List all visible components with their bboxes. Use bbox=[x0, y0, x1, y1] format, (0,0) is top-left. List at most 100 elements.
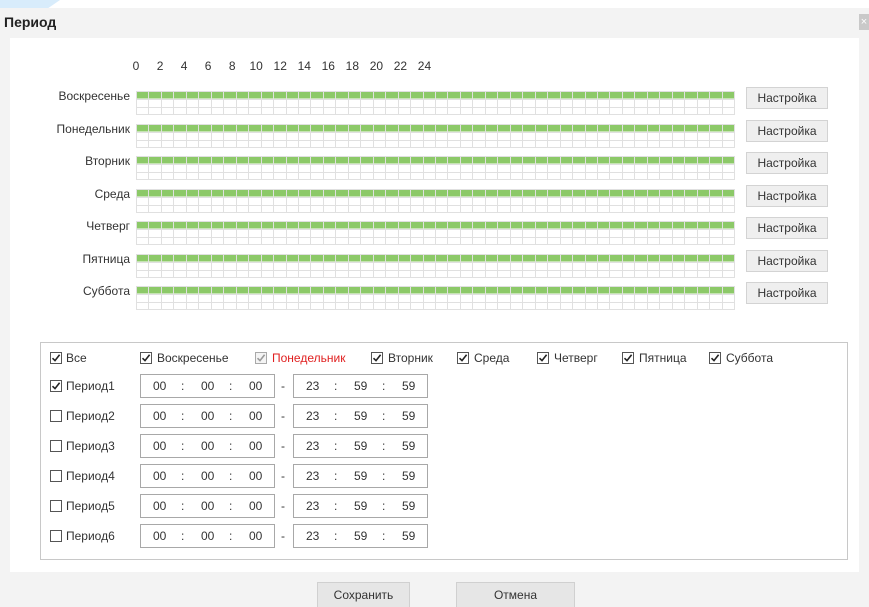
day-checkbox[interactable] bbox=[371, 352, 383, 364]
day-checkbox[interactable] bbox=[622, 352, 634, 364]
dialog-title: Период bbox=[4, 14, 57, 30]
time-separator: : bbox=[181, 409, 185, 423]
hours-field[interactable]: 00 bbox=[153, 439, 166, 453]
period-start-time-input[interactable]: 00 00 00:: bbox=[140, 464, 275, 488]
cancel-button[interactable]: Отмена bbox=[456, 582, 575, 607]
all-days-checkbox[interactable] bbox=[50, 352, 62, 364]
dialog-footer: Сохранить Отмена bbox=[0, 572, 869, 607]
seconds-field[interactable]: 00 bbox=[249, 529, 262, 543]
day-checkbox[interactable] bbox=[255, 352, 267, 364]
range-separator: - bbox=[281, 379, 285, 393]
period-checkbox[interactable] bbox=[50, 380, 62, 392]
hours-field[interactable]: 23 bbox=[306, 529, 319, 543]
period-end-time-input[interactable]: 23 59 59:: bbox=[293, 524, 428, 548]
schedule-grid-row[interactable] bbox=[136, 91, 735, 115]
seconds-field[interactable]: 59 bbox=[402, 499, 415, 513]
schedule-grid-row[interactable] bbox=[136, 286, 735, 310]
day-checkbox[interactable] bbox=[537, 352, 549, 364]
hours-field[interactable]: 00 bbox=[153, 499, 166, 513]
time-separator: : bbox=[334, 529, 338, 543]
period-start-time-input[interactable]: 00 00 00:: bbox=[140, 434, 275, 458]
schedule-grid-row[interactable] bbox=[136, 156, 735, 180]
hours-field[interactable]: 23 bbox=[306, 379, 319, 393]
day-checkbox[interactable] bbox=[709, 352, 721, 364]
minutes-field[interactable]: 00 bbox=[201, 379, 214, 393]
period-start-time-input[interactable]: 00 00 00:: bbox=[140, 374, 275, 398]
schedule-setup-button[interactable]: Настройка bbox=[746, 152, 828, 174]
range-separator: - bbox=[281, 469, 285, 483]
period-checkbox[interactable] bbox=[50, 470, 62, 482]
seconds-field[interactable]: 00 bbox=[249, 409, 262, 423]
hours-field[interactable]: 23 bbox=[306, 499, 319, 513]
hours-field[interactable]: 00 bbox=[153, 469, 166, 483]
close-icon[interactable]: × bbox=[859, 14, 869, 30]
period-checkbox[interactable] bbox=[50, 410, 62, 422]
minutes-field[interactable]: 00 bbox=[201, 409, 214, 423]
schedule-setup-button[interactable]: Настройка bbox=[746, 119, 828, 142]
minutes-field[interactable]: 59 bbox=[354, 499, 367, 513]
hours-field[interactable]: 23 bbox=[306, 439, 319, 453]
period-end-time-input[interactable]: 23 59 59:: bbox=[293, 464, 428, 488]
seconds-field[interactable]: 59 bbox=[402, 379, 415, 393]
schedule-grid-row[interactable] bbox=[136, 253, 735, 278]
seconds-field[interactable]: 59 bbox=[402, 469, 415, 483]
period-checkbox[interactable] bbox=[50, 440, 62, 452]
period-checkbox[interactable] bbox=[50, 500, 62, 512]
time-separator: : bbox=[334, 499, 338, 513]
minutes-field[interactable]: 00 bbox=[201, 469, 214, 483]
save-button[interactable]: Сохранить bbox=[317, 582, 410, 607]
seconds-field[interactable]: 59 bbox=[402, 529, 415, 543]
time-separator: : bbox=[229, 439, 233, 453]
schedule-setup-button[interactable]: Настройка bbox=[746, 282, 828, 304]
hours-field[interactable]: 00 bbox=[153, 529, 166, 543]
time-separator: : bbox=[229, 469, 233, 483]
period-dialog: Период × 0 2 4 6 8 10 12 14 16 18 20 22 24 Воскресен… bbox=[0, 8, 869, 607]
schedule-grid-row[interactable] bbox=[136, 123, 735, 148]
seconds-field[interactable]: 00 bbox=[249, 439, 262, 453]
minutes-field[interactable]: 59 bbox=[354, 439, 367, 453]
hours-field[interactable]: 23 bbox=[306, 469, 319, 483]
period-end-time-input[interactable]: 23 59 59:: bbox=[293, 404, 428, 428]
seconds-field[interactable]: 59 bbox=[402, 409, 415, 423]
seconds-field[interactable]: 00 bbox=[249, 499, 262, 513]
minutes-field[interactable]: 00 bbox=[201, 499, 214, 513]
time-separator: : bbox=[382, 409, 386, 423]
period-start-time-input[interactable]: 00 00 00:: bbox=[140, 524, 275, 548]
period-start-time-input[interactable]: 00 00 00:: bbox=[140, 494, 275, 518]
schedule-setup-button[interactable]: Настройка bbox=[746, 217, 828, 239]
schedule-content: 0 2 4 6 8 10 12 14 16 18 20 22 24 Воскресенье Настрой… bbox=[10, 38, 859, 572]
period-checkbox[interactable] bbox=[50, 530, 62, 542]
minutes-field[interactable]: 00 bbox=[201, 529, 214, 543]
schedule-grid-row[interactable] bbox=[136, 188, 735, 213]
period-start-time-input[interactable]: 00 00 00:: bbox=[140, 404, 275, 428]
hours-field[interactable]: 00 bbox=[153, 379, 166, 393]
period-end-time-input[interactable]: 23 59 59:: bbox=[293, 494, 428, 518]
day-checkbox-label: Суббота bbox=[726, 351, 773, 365]
seconds-field[interactable]: 00 bbox=[249, 379, 262, 393]
seconds-field[interactable]: 00 bbox=[249, 469, 262, 483]
period-label: Период5 bbox=[66, 499, 115, 513]
time-separator: : bbox=[334, 409, 338, 423]
minutes-field[interactable]: 59 bbox=[354, 529, 367, 543]
day-checkbox-label: Понедельник bbox=[272, 351, 346, 365]
schedule-grid-row[interactable] bbox=[136, 221, 735, 245]
seconds-field[interactable]: 59 bbox=[402, 439, 415, 453]
schedule-setup-button[interactable]: Настройка bbox=[746, 87, 828, 109]
schedule-day-label: Среда bbox=[94, 186, 130, 201]
hours-field[interactable]: 23 bbox=[306, 409, 319, 423]
time-separator: : bbox=[334, 439, 338, 453]
period-end-time-input[interactable]: 23 59 59:: bbox=[293, 374, 428, 398]
time-separator: : bbox=[382, 439, 386, 453]
day-checkbox[interactable] bbox=[457, 352, 469, 364]
time-separator: : bbox=[382, 529, 386, 543]
schedule-setup-button[interactable]: Настройка bbox=[746, 249, 828, 272]
time-separator: : bbox=[181, 499, 185, 513]
minutes-field[interactable]: 59 bbox=[354, 379, 367, 393]
minutes-field[interactable]: 00 bbox=[201, 439, 214, 453]
day-checkbox[interactable] bbox=[140, 352, 152, 364]
minutes-field[interactable]: 59 bbox=[354, 409, 367, 423]
period-end-time-input[interactable]: 23 59 59:: bbox=[293, 434, 428, 458]
hours-field[interactable]: 00 bbox=[153, 409, 166, 423]
schedule-setup-button[interactable]: Настройка bbox=[746, 184, 828, 207]
minutes-field[interactable]: 59 bbox=[354, 469, 367, 483]
